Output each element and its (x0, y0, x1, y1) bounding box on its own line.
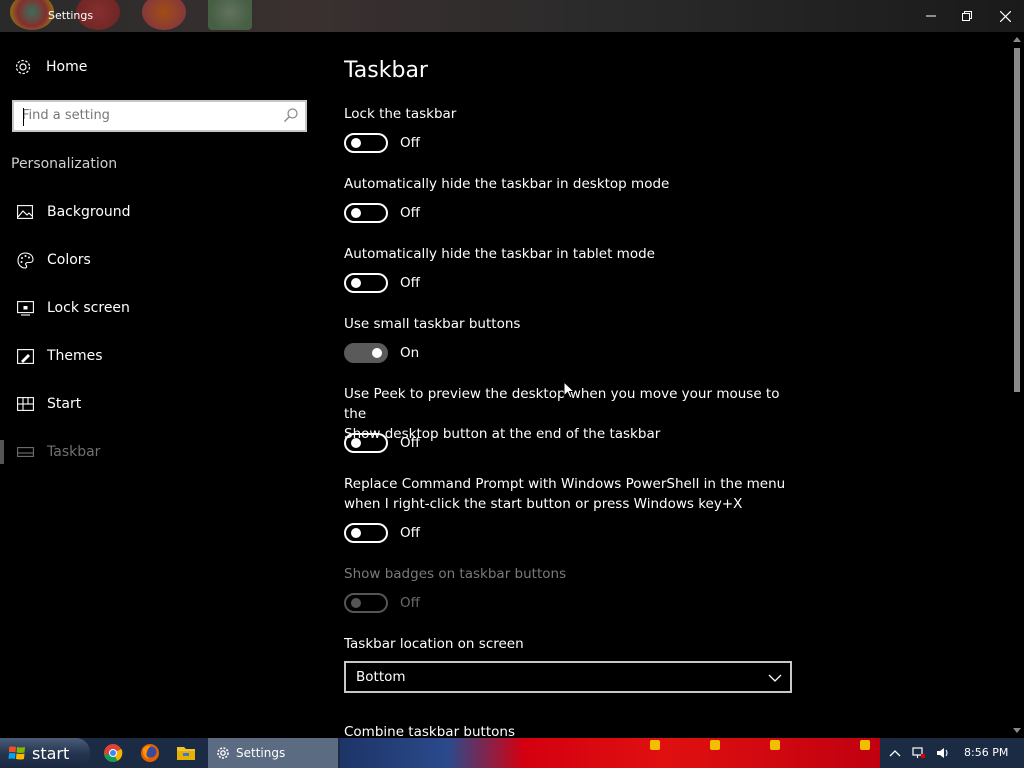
toggle-state: Off (400, 135, 420, 151)
nav-home[interactable]: Home (14, 58, 87, 76)
gear-icon (217, 747, 229, 759)
vertical-scrollbar[interactable] (1010, 32, 1024, 738)
toggle-knob (351, 438, 361, 448)
toggle-knob (351, 598, 361, 608)
toggle-badges (344, 593, 388, 613)
toggle-state: Off (400, 525, 420, 541)
toggle-knob (351, 528, 361, 538)
start-button[interactable]: start (0, 738, 90, 768)
wallpaper-decoration (860, 740, 870, 750)
toggle-state: Off (400, 205, 420, 221)
taskbar-wallpaper-area (340, 738, 880, 768)
sidebar-item-lock-screen[interactable]: Lock screen (0, 288, 320, 328)
sidebar-item-start[interactable]: Start (0, 384, 320, 424)
title-bar: Settings (0, 0, 1024, 32)
setting-powershell-label-line1: Replace Command Prompt with Windows Powe… (344, 476, 786, 492)
restore-button[interactable] (948, 0, 986, 32)
picture-icon (16, 203, 34, 221)
taskbar-settings-button[interactable]: Settings (208, 738, 338, 768)
setting-powershell-label-line2: when I right-click the start button or p… (344, 496, 743, 512)
search-input[interactable]: Find a setting (12, 100, 307, 132)
sidebar-item-label: Start (47, 396, 82, 412)
wallpaper-decoration (770, 740, 780, 750)
toggle-autohide-desktop[interactable] (344, 203, 388, 223)
sidebar-item-background[interactable]: Background (0, 192, 320, 232)
toggle-knob (351, 138, 361, 148)
setting-autohide-desktop-label: Automatically hide the taskbar in deskto… (344, 176, 670, 192)
taskbar-icon (16, 443, 34, 461)
scroll-down-arrow-icon[interactable] (1013, 726, 1021, 734)
close-button[interactable] (986, 0, 1024, 32)
taskbar-settings-label: Settings (236, 746, 286, 760)
sidebar: Home Find a setting Personalization Back… (0, 32, 320, 738)
taskbar-clock[interactable]: 8:56 PM (964, 746, 1008, 759)
setting-powershell-label: Replace Command Prompt with Windows Powe… (344, 474, 804, 514)
toggle-state: Off (400, 595, 420, 611)
mouse-cursor-icon (563, 381, 575, 399)
sidebar-item-taskbar[interactable]: Taskbar (0, 432, 320, 472)
toggle-state: Off (400, 275, 420, 291)
search-placeholder: Find a setting (22, 108, 110, 123)
section-title: Personalization (11, 156, 118, 172)
setting-lock-taskbar-label: Lock the taskbar (344, 106, 457, 122)
chevron-down-icon (768, 674, 782, 682)
toggle-peek[interactable] (344, 433, 388, 453)
firefox-icon[interactable] (140, 743, 160, 763)
network-icon[interactable] (912, 746, 926, 760)
toggle-small-buttons[interactable] (344, 343, 388, 363)
setting-small-buttons-label: Use small taskbar buttons (344, 316, 521, 332)
sidebar-item-label: Colors (47, 252, 91, 268)
wallpaper-decoration (650, 740, 660, 750)
lock-screen-icon (16, 299, 34, 317)
wallpaper-decoration (710, 740, 720, 750)
toggle-knob (372, 348, 382, 358)
sidebar-item-label: Background (47, 204, 131, 220)
nav-home-label: Home (46, 59, 88, 75)
sidebar-item-label: Taskbar (47, 444, 101, 460)
toggle-powershell[interactable] (344, 523, 388, 543)
toggle-lock-taskbar[interactable] (344, 133, 388, 153)
toggle-autohide-tablet[interactable] (344, 273, 388, 293)
setting-badges-label: Show badges on taskbar buttons (344, 566, 567, 582)
combine-buttons-label: Combine taskbar buttons (344, 724, 515, 738)
background-desktop-icons (10, 0, 252, 30)
themes-icon (16, 347, 34, 365)
taskbar-location-label: Taskbar location on screen (344, 636, 524, 652)
palette-icon (16, 251, 34, 269)
taskbar-location-dropdown[interactable]: Bottom (344, 661, 792, 693)
gear-icon (15, 59, 31, 75)
scroll-up-arrow-icon[interactable] (1013, 36, 1021, 44)
sidebar-item-label: Lock screen (47, 300, 130, 316)
dropdown-value: Bottom (356, 669, 406, 685)
sidebar-item-themes[interactable]: Themes (0, 336, 320, 376)
windows-taskbar: start Settings 8:56 PM (0, 738, 1024, 768)
page-title: Taskbar (344, 58, 428, 83)
volume-icon[interactable] (936, 746, 950, 760)
toggle-state: Off (400, 435, 420, 451)
start-label: start (32, 743, 70, 763)
sidebar-item-colors[interactable]: Colors (0, 240, 320, 280)
restore-icon (962, 11, 972, 21)
toggle-state: On (400, 345, 420, 361)
search-icon[interactable] (283, 107, 299, 123)
chrome-icon[interactable] (103, 743, 123, 763)
minimize-icon (926, 15, 936, 17)
toggle-knob (351, 278, 361, 288)
close-icon (999, 10, 1011, 22)
start-tiles-icon (16, 395, 34, 413)
toggle-knob (351, 208, 361, 218)
sidebar-item-label: Themes (47, 348, 103, 364)
window-title: Settings (48, 9, 94, 22)
file-explorer-icon[interactable] (176, 743, 196, 763)
selection-indicator (0, 440, 4, 464)
chevron-up-icon[interactable] (888, 746, 902, 760)
system-tray: 8:56 PM (880, 738, 1024, 768)
main-content: Taskbar Lock the taskbar Off Automatical… (344, 32, 1004, 738)
windows-logo-icon (8, 746, 25, 760)
setting-autohide-tablet-label: Automatically hide the taskbar in tablet… (344, 246, 655, 262)
text-caret (23, 108, 24, 126)
minimize-button[interactable] (912, 0, 950, 32)
scrollbar-thumb[interactable] (1014, 48, 1020, 392)
